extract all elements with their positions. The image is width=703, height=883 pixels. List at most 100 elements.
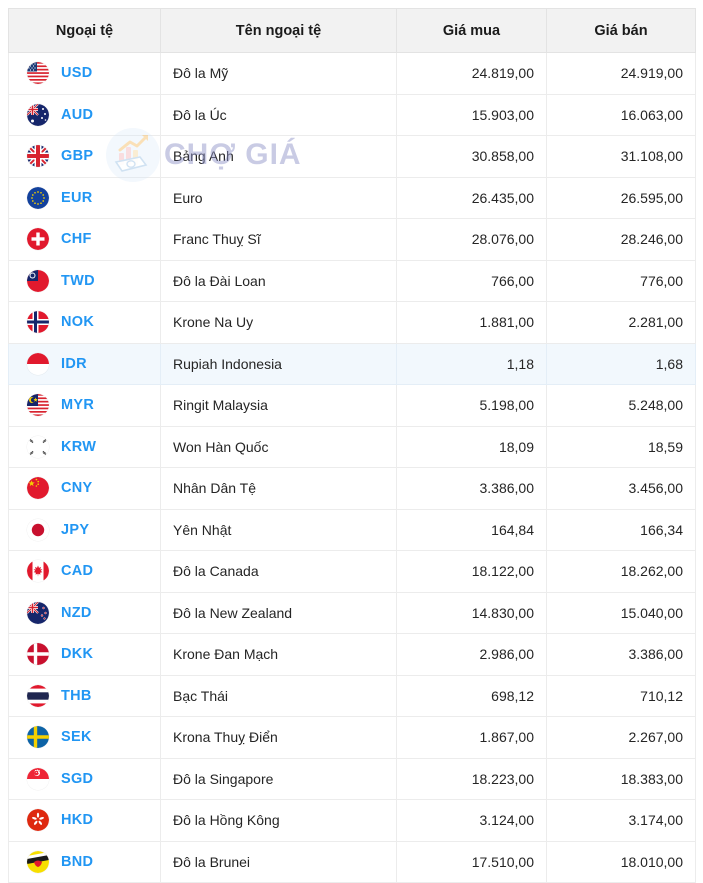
table-row[interactable]: IDRRupiah Indonesia1,181,68 xyxy=(9,343,696,385)
currency-code-label: KRW xyxy=(61,439,96,455)
currency-code-label: GBP xyxy=(61,148,93,164)
cell-buy-price: 18,09 xyxy=(397,426,547,468)
cell-currency-code[interactable]: GBP xyxy=(9,136,161,178)
currency-code-label: JPY xyxy=(61,522,89,538)
cell-currency-name: Won Hàn Quốc xyxy=(161,426,397,468)
currency-code-label: THB xyxy=(61,688,92,704)
table-row[interactable]: USDĐô la Mỹ24.819,0024.919,00 xyxy=(9,53,696,95)
cell-currency-name: Yên Nhật xyxy=(161,509,397,551)
cell-currency-code[interactable]: MYR xyxy=(9,385,161,427)
cell-currency-code[interactable]: EUR xyxy=(9,177,161,219)
cell-currency-code[interactable]: AUD xyxy=(9,94,161,136)
table-row[interactable]: MYRRingit Malaysia5.198,005.248,00 xyxy=(9,385,696,427)
table-row[interactable]: CHFFranc Thuỵ Sĩ28.076,0028.246,00 xyxy=(9,219,696,261)
currency-code-label: CNY xyxy=(61,480,93,496)
cell-buy-price: 1,18 xyxy=(397,343,547,385)
table-row[interactable]: CNYNhân Dân Tệ3.386,003.456,00 xyxy=(9,468,696,510)
column-header-sell-price[interactable]: Giá bán xyxy=(547,9,696,53)
table-body: USDĐô la Mỹ24.819,0024.919,00AUDĐô la Úc… xyxy=(9,53,696,883)
cell-buy-price: 5.198,00 xyxy=(397,385,547,427)
cell-currency-code[interactable]: NOK xyxy=(9,302,161,344)
cell-sell-price: 24.919,00 xyxy=(547,53,696,95)
cell-sell-price: 776,00 xyxy=(547,260,696,302)
cell-currency-code[interactable]: USD xyxy=(9,53,161,95)
cell-sell-price: 18.262,00 xyxy=(547,551,696,593)
cell-buy-price: 1.867,00 xyxy=(397,717,547,759)
cell-sell-price: 3.174,00 xyxy=(547,800,696,842)
cell-sell-price: 31.108,00 xyxy=(547,136,696,178)
currency-code-label: AUD xyxy=(61,107,93,123)
cell-currency-name: Đô la Mỹ xyxy=(161,53,397,95)
cell-currency-name: Đô la Canada xyxy=(161,551,397,593)
flag-dk-icon xyxy=(27,643,49,665)
cell-buy-price: 3.124,00 xyxy=(397,800,547,842)
flag-tw-icon xyxy=(27,270,49,292)
header-row: Ngoại tệ Tên ngoại tệ Giá mua Giá bán xyxy=(9,9,696,53)
cell-currency-name: Franc Thuỵ Sĩ xyxy=(161,219,397,261)
currency-code-label: NOK xyxy=(61,314,94,330)
currency-code-label: SEK xyxy=(61,729,92,745)
cell-sell-price: 1,68 xyxy=(547,343,696,385)
cell-currency-name: Euro xyxy=(161,177,397,219)
cell-currency-code[interactable]: HKD xyxy=(9,800,161,842)
table-row[interactable]: DKKKrone Đan Mạch2.986,003.386,00 xyxy=(9,634,696,676)
table-row[interactable]: KRW Won Hàn Quốc18,0918,59 xyxy=(9,426,696,468)
cell-sell-price: 16.063,00 xyxy=(547,94,696,136)
table-row[interactable]: SGDĐô la Singapore18.223,0018.383,00 xyxy=(9,758,696,800)
cell-currency-code[interactable]: SGD xyxy=(9,758,161,800)
column-header-currency-name[interactable]: Tên ngoại tệ xyxy=(161,9,397,53)
cell-currency-name: Krone Đan Mạch xyxy=(161,634,397,676)
cell-sell-price: 710,12 xyxy=(547,675,696,717)
cell-currency-code[interactable]: CAD xyxy=(9,551,161,593)
cell-currency-code[interactable]: SEK xyxy=(9,717,161,759)
cell-buy-price: 3.386,00 xyxy=(397,468,547,510)
cell-currency-code[interactable]: JPY xyxy=(9,509,161,551)
cell-currency-code[interactable]: BND xyxy=(9,841,161,883)
currency-code-label: USD xyxy=(61,65,93,81)
flag-nz-icon xyxy=(27,602,49,624)
table-row[interactable]: GBP Bảng Anh30.858,0031.108,00 xyxy=(9,136,696,178)
cell-currency-code[interactable]: CNY xyxy=(9,468,161,510)
cell-currency-code[interactable]: CHF xyxy=(9,219,161,261)
cell-currency-name: Đô la Singapore xyxy=(161,758,397,800)
cell-currency-name: Đô la Brunei xyxy=(161,841,397,883)
table-row[interactable]: NZDĐô la New Zealand14.830,0015.040,00 xyxy=(9,592,696,634)
cell-currency-code[interactable]: TWD xyxy=(9,260,161,302)
cell-currency-code[interactable]: THB xyxy=(9,675,161,717)
table-row[interactable]: BNDĐô la Brunei17.510,0018.010,00 xyxy=(9,841,696,883)
flag-no-icon xyxy=(27,311,49,333)
cell-buy-price: 18.122,00 xyxy=(397,551,547,593)
cell-sell-price: 2.281,00 xyxy=(547,302,696,344)
table-row[interactable]: CADĐô la Canada18.122,0018.262,00 xyxy=(9,551,696,593)
table-row[interactable]: THBBạc Thái698,12710,12 xyxy=(9,675,696,717)
exchange-rate-table: Ngoại tệ Tên ngoại tệ Giá mua Giá bán US… xyxy=(8,8,696,883)
table-row[interactable]: NOKKrone Na Uy1.881,002.281,00 xyxy=(9,302,696,344)
table-row[interactable]: HKDĐô la Hồng Kông3.124,003.174,00 xyxy=(9,800,696,842)
cell-buy-price: 15.903,00 xyxy=(397,94,547,136)
flag-se-icon xyxy=(27,726,49,748)
flag-cn-icon xyxy=(27,477,49,499)
flag-us-icon xyxy=(27,62,49,84)
cell-currency-code[interactable]: IDR xyxy=(9,343,161,385)
cell-currency-name: Đô la Đài Loan xyxy=(161,260,397,302)
cell-buy-price: 18.223,00 xyxy=(397,758,547,800)
cell-buy-price: 14.830,00 xyxy=(397,592,547,634)
cell-buy-price: 30.858,00 xyxy=(397,136,547,178)
cell-currency-code[interactable]: NZD xyxy=(9,592,161,634)
cell-currency-code[interactable]: KRW xyxy=(9,426,161,468)
cell-sell-price: 28.246,00 xyxy=(547,219,696,261)
table-row[interactable]: SEKKrona Thuỵ Điển1.867,002.267,00 xyxy=(9,717,696,759)
cell-currency-code[interactable]: DKK xyxy=(9,634,161,676)
table-row[interactable]: AUDĐô la Úc15.903,0016.063,00 xyxy=(9,94,696,136)
column-header-currency-code[interactable]: Ngoại tệ xyxy=(9,9,161,53)
flag-ch-icon xyxy=(27,228,49,250)
cell-currency-name: Ringit Malaysia xyxy=(161,385,397,427)
cell-buy-price: 164,84 xyxy=(397,509,547,551)
flag-au-icon xyxy=(27,104,49,126)
cell-sell-price: 18,59 xyxy=(547,426,696,468)
column-header-buy-price[interactable]: Giá mua xyxy=(397,9,547,53)
cell-currency-name: Bảng Anh xyxy=(161,136,397,178)
table-row[interactable]: EUREuro26.435,0026.595,00 xyxy=(9,177,696,219)
table-row[interactable]: TWDĐô la Đài Loan766,00776,00 xyxy=(9,260,696,302)
table-row[interactable]: JPYYên Nhật164,84166,34 xyxy=(9,509,696,551)
